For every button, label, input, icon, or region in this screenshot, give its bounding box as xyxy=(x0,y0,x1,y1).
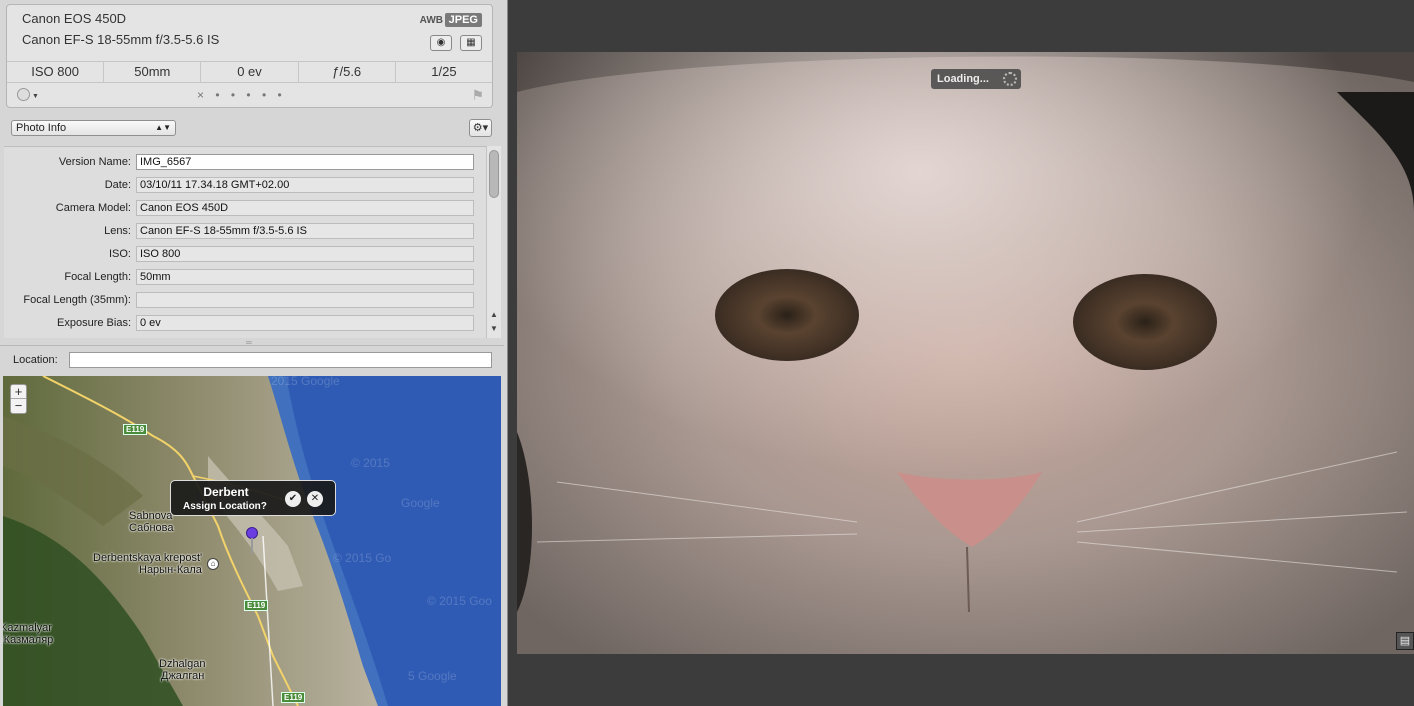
comment-icon[interactable]: ▤ xyxy=(1396,632,1414,650)
white-balance-badge: AWB xyxy=(419,15,443,26)
camera-model: Canon EOS 450D xyxy=(22,11,127,26)
field-label: Camera Model: xyxy=(55,202,131,214)
map-label-text: Сабнова xyxy=(129,522,174,534)
map-label-text: Sabnova xyxy=(129,510,173,522)
scroll-down-icon[interactable]: ▼ xyxy=(490,324,498,333)
map-view[interactable]: 2015 Google © 2015 Google © 2015 Go © 20… xyxy=(3,376,501,706)
inspector-panel: Canon EOS 450D Canon EF-S 18-55mm f/3.5-… xyxy=(0,0,508,706)
map-label-text: Derbentskaya krepost' xyxy=(93,552,203,564)
flag-icon[interactable]: ⚑ xyxy=(471,87,484,104)
map-label-derbentskaya: Derbentskaya krepost' Нарын-Кала xyxy=(93,552,202,576)
chevron-updown-icon: ▲▼ xyxy=(155,123,171,132)
location-row: Location: xyxy=(0,347,504,373)
iso-field[interactable]: ISO 800 xyxy=(136,246,474,262)
inspector-mode-value: Photo Info xyxy=(16,122,67,134)
loading-indicator: Loading... xyxy=(931,69,1021,89)
location-input[interactable] xyxy=(69,352,492,368)
field-row-lens: Lens: Canon EF-S 18-55mm f/3.5-5.6 IS xyxy=(4,220,486,243)
photo-image xyxy=(517,52,1414,654)
road-shield-e119: E119 xyxy=(244,600,269,611)
map-label-sabnova: Sabnova Сабнова xyxy=(129,510,174,534)
map-watermark: 5 Google xyxy=(408,669,457,683)
focal-length-35mm-field[interactable] xyxy=(136,292,474,308)
exif-exposure: 0 ev xyxy=(201,62,299,82)
map-label-text: -Казмаляр xyxy=(3,634,54,646)
confirm-location-button[interactable]: ✔ xyxy=(285,491,301,507)
exif-row: ISO 800 50mm 0 ev ƒ/5.6 1/25 xyxy=(7,61,492,83)
map-watermark: © 2015 Goo xyxy=(427,594,492,608)
map-watermark: Google xyxy=(401,496,440,510)
fields-scrollbar[interactable]: ▲ ▼ xyxy=(486,146,501,338)
rating-row: ▼ × • • • • • ⚑ xyxy=(7,85,492,107)
map-label-text: Kazmalyar xyxy=(3,622,52,634)
field-label: Lens: xyxy=(104,225,131,237)
exif-aperture: ƒ/5.6 xyxy=(299,62,396,82)
camera-lens: Canon EF-S 18-55mm f/3.5-5.6 IS xyxy=(22,32,220,47)
field-row-version-name: Version Name: IMG_6567 xyxy=(4,151,486,174)
callout-title: Derbent xyxy=(203,485,249,499)
star-rating[interactable]: × • • • • • xyxy=(197,88,286,102)
focal-length-field[interactable]: 50mm xyxy=(136,269,474,285)
landmark-icon[interactable]: ⌂ xyxy=(207,558,219,570)
map-label-text: Джалган xyxy=(161,670,205,682)
grip-icon: ═ xyxy=(246,338,252,347)
panel-splitter[interactable]: ═ xyxy=(0,338,504,347)
road-shield-e119: E119 xyxy=(123,424,148,435)
cat-photo[interactable]: Loading... xyxy=(517,52,1414,654)
callout-subtitle: Assign Location? xyxy=(183,501,267,512)
exif-iso: ISO 800 xyxy=(7,62,105,82)
location-label: Location: xyxy=(13,354,58,366)
color-label-button[interactable] xyxy=(17,88,30,101)
field-row-camera-model: Camera Model: Canon EOS 450D xyxy=(4,197,486,220)
assign-location-callout: Derbent Assign Location? ✔ ✕ xyxy=(170,480,336,516)
metering-icon: ◉ xyxy=(430,35,452,51)
pin-stem xyxy=(251,538,253,554)
photo-viewer: Loading... ▤ xyxy=(509,0,1414,706)
map-watermark: 2015 Google xyxy=(271,376,340,388)
inspector-toolbar: Photo Info ▲▼ ⚙▾ xyxy=(0,114,500,142)
spinner-icon xyxy=(1003,72,1017,86)
field-row-focal-length: Focal Length: 50mm xyxy=(4,266,486,289)
field-label: Exposure Bias: xyxy=(57,317,131,329)
field-row-date: Date: 03/10/11 17.34.18 GMT+02.00 xyxy=(4,174,486,197)
photo-info-fields: Version Name: IMG_6567 Date: 03/10/11 17… xyxy=(4,146,486,338)
field-label: Focal Length: xyxy=(64,271,131,283)
inspector-mode-select[interactable]: Photo Info ▲▼ xyxy=(11,120,176,136)
map-watermark: © 2015 Go xyxy=(333,551,392,565)
field-label: ISO: xyxy=(108,248,131,260)
zoom-in-button[interactable]: + xyxy=(11,385,26,399)
scroll-thumb[interactable] xyxy=(489,150,499,198)
version-name-field[interactable]: IMG_6567 xyxy=(136,154,474,170)
camera-info-panel: Canon EOS 450D Canon EF-S 18-55mm f/3.5-… xyxy=(6,4,493,108)
focus-points-icon: ▦ xyxy=(460,35,482,51)
exif-focal: 50mm xyxy=(104,62,202,82)
field-row-exposure-bias: Exposure Bias: 0 ev xyxy=(4,312,486,335)
camera-model-field[interactable]: Canon EOS 450D xyxy=(136,200,474,216)
field-label: Date: xyxy=(104,179,131,191)
format-badge: JPEG xyxy=(444,13,482,27)
field-label: Version Name: xyxy=(58,156,131,168)
road-shield-e119: E119 xyxy=(281,692,306,703)
field-label: Focal Length (35mm): xyxy=(23,294,131,306)
map-label-kazmalyar: Kazmalyar -Казмаляр xyxy=(3,622,53,646)
exposure-bias-field[interactable]: 0 ev xyxy=(136,315,474,331)
map-watermark: © 2015 xyxy=(351,456,390,470)
map-zoom-control: + − xyxy=(10,384,27,414)
field-row-iso: ISO: ISO 800 xyxy=(4,243,486,266)
scroll-up-icon[interactable]: ▲ xyxy=(490,310,498,319)
exif-shutter: 1/25 xyxy=(431,64,457,79)
loading-text: Loading... xyxy=(937,73,989,85)
date-field[interactable]: 03/10/11 17.34.18 GMT+02.00 xyxy=(136,177,474,193)
chevron-down-icon: ▼ xyxy=(32,93,39,100)
zoom-out-button[interactable]: − xyxy=(11,399,26,413)
map-label-text: Нарын-Кала xyxy=(139,564,202,576)
cancel-location-button[interactable]: ✕ xyxy=(307,491,323,507)
gear-button[interactable]: ⚙▾ xyxy=(469,119,492,137)
field-row-focal-length-35mm: Focal Length (35mm): xyxy=(4,289,486,312)
map-label-text: Dzhalgan xyxy=(159,658,206,670)
lens-field[interactable]: Canon EF-S 18-55mm f/3.5-5.6 IS xyxy=(136,223,474,239)
map-label-dzhalgan: Dzhalgan Джалган xyxy=(159,658,205,682)
